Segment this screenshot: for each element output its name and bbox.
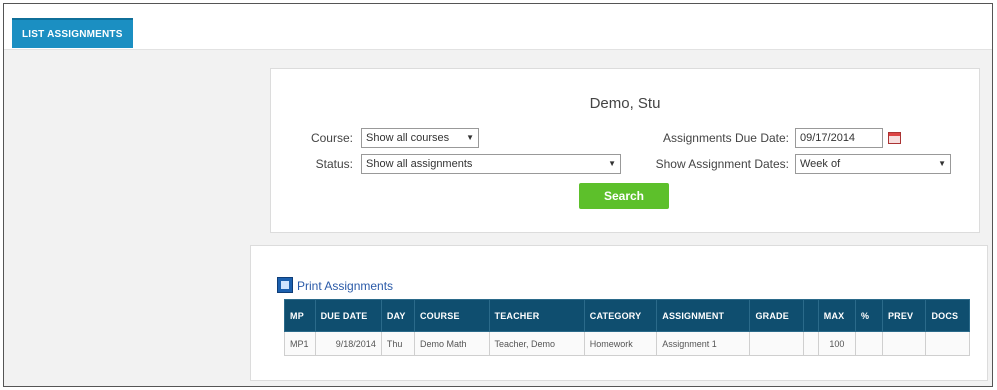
column-header-max[interactable]: MAX bbox=[817, 299, 857, 332]
student-name: Demo, Stu bbox=[589, 95, 661, 112]
show-dates-label: Show Assignment Dates: bbox=[655, 157, 789, 171]
column-header-due-date[interactable]: DUE DATE bbox=[314, 299, 382, 332]
cell-day: Thu bbox=[380, 331, 415, 356]
column-header-grade[interactable]: GRADE bbox=[749, 299, 805, 332]
column-header-mp[interactable]: MP bbox=[284, 299, 316, 332]
tab-list-assignments[interactable]: LIST ASSIGNMENTS bbox=[12, 18, 133, 48]
status-select[interactable]: Show all assignments ▼ bbox=[361, 154, 621, 174]
table-header-row: MP DUE DATE DAY COURSE TEACHER CATEGORY … bbox=[284, 299, 970, 332]
cell-prev bbox=[881, 331, 927, 356]
search-panel: Demo, Stu Course: Show all courses ▼ Sta… bbox=[270, 68, 980, 233]
cell-percent bbox=[855, 331, 883, 356]
chevron-down-icon: ▼ bbox=[608, 159, 616, 168]
cell-docs bbox=[925, 331, 970, 356]
table-row[interactable]: MP1 9/18/2014 Thu Demo Math Teacher, Dem… bbox=[284, 331, 970, 356]
column-header-teacher[interactable]: TEACHER bbox=[488, 299, 585, 332]
show-dates-select[interactable]: Week of ▼ bbox=[795, 154, 951, 174]
status-select-value: Show all assignments bbox=[366, 158, 473, 170]
column-header-day[interactable]: DAY bbox=[380, 299, 415, 332]
chevron-down-icon: ▼ bbox=[466, 133, 474, 142]
print-assignments-link[interactable]: Print Assignments bbox=[297, 279, 393, 297]
due-date-input[interactable]: 09/17/2014 bbox=[795, 128, 883, 148]
show-dates-select-value: Week of bbox=[800, 158, 841, 170]
column-header-category[interactable]: CATEGORY bbox=[583, 299, 658, 332]
cell-max: 100 bbox=[817, 331, 857, 356]
course-label: Course: bbox=[310, 131, 353, 145]
results-panel: Print Assignments MP DUE DATE DAY COURSE… bbox=[250, 245, 988, 381]
cell-grade bbox=[749, 331, 805, 356]
search-button[interactable]: Search bbox=[579, 183, 669, 209]
assignments-table: MP DUE DATE DAY COURSE TEACHER CATEGORY … bbox=[284, 299, 970, 356]
column-header-prev[interactable]: PREV bbox=[881, 299, 927, 332]
column-header-blank bbox=[803, 299, 819, 332]
cell-course: Demo Math bbox=[413, 331, 490, 356]
cell-blank bbox=[803, 331, 819, 356]
cell-category: Homework bbox=[583, 331, 658, 356]
cell-teacher: Teacher, Demo bbox=[488, 331, 585, 356]
cell-mp: MP1 bbox=[284, 331, 316, 356]
calendar-icon[interactable] bbox=[888, 132, 901, 144]
course-select[interactable]: Show all courses ▼ bbox=[361, 128, 479, 148]
print-icon[interactable] bbox=[277, 277, 293, 293]
course-select-value: Show all courses bbox=[366, 132, 450, 144]
due-date-label: Assignments Due Date: bbox=[662, 131, 789, 145]
column-header-percent[interactable]: % bbox=[855, 299, 883, 332]
column-header-docs[interactable]: DOCS bbox=[925, 299, 970, 332]
cell-assignment[interactable]: Assignment 1 bbox=[656, 331, 751, 356]
column-header-assignment[interactable]: ASSIGNMENT bbox=[656, 299, 751, 332]
status-label: Status: bbox=[315, 157, 353, 171]
column-header-course[interactable]: COURSE bbox=[413, 299, 490, 332]
tab-bar: LIST ASSIGNMENTS bbox=[4, 4, 992, 50]
chevron-down-icon: ▼ bbox=[938, 159, 946, 168]
app-frame: LIST ASSIGNMENTS Demo, Stu Course: Show … bbox=[3, 3, 993, 387]
cell-due-date: 9/18/2014 bbox=[314, 331, 382, 356]
